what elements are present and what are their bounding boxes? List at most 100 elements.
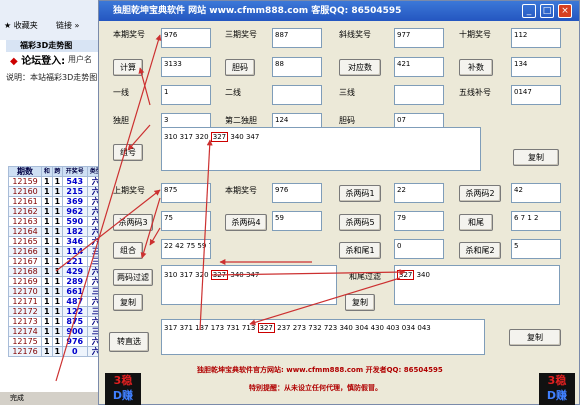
sanxian-label: 三线: [339, 88, 355, 97]
issue-x-field[interactable]: 977: [394, 28, 444, 48]
footer-line1: 独胆乾坤宝典软件官方网站: www.cfmm888.com 开发者QQ: 865…: [197, 366, 443, 374]
row-number: 346: [62, 236, 88, 247]
issue1-label: 本期奖号: [113, 30, 145, 39]
row-sum: 1: [41, 276, 53, 287]
row-number: 487: [62, 296, 88, 307]
zuhe-field[interactable]: 22 42 75 59 79: [161, 239, 211, 259]
row-sum: 1: [41, 286, 53, 297]
wuxian-field[interactable]: 0147: [511, 85, 561, 105]
row-span: 1: [51, 336, 64, 347]
row-issue: 12162: [7, 206, 43, 217]
kill2-button[interactable]: 杀两码2: [459, 185, 501, 202]
zuhe-button[interactable]: 组合: [113, 242, 143, 259]
filter-highlight: 327: [210, 270, 229, 280]
row-issue: 12176: [7, 346, 43, 357]
kill-he2-field[interactable]: 5: [511, 239, 561, 259]
row-issue: 12165: [7, 236, 43, 247]
duiying-field[interactable]: 421: [394, 57, 444, 77]
this-issue-field[interactable]: 976: [272, 183, 322, 203]
kill-he2-button[interactable]: 杀和尾2: [459, 242, 501, 259]
kill3-button[interactable]: 杀两码3: [113, 214, 153, 231]
table-row: 12160 1 1 215 六: [7, 186, 105, 197]
filter-text-pre: 310 317 320: [164, 271, 211, 279]
row-number: 369: [62, 196, 88, 207]
kill4-field[interactable]: 59: [272, 211, 322, 231]
hw-text-post: 340: [414, 271, 430, 279]
calc-button[interactable]: 计算: [113, 59, 143, 76]
kill-he1-field[interactable]: 0: [394, 239, 444, 259]
row-number: 962: [62, 206, 88, 217]
star-icon: ★: [4, 21, 12, 30]
sanxian-field[interactable]: [394, 85, 444, 105]
filter-result-box[interactable]: 310 317 320 327 340 347: [161, 265, 337, 305]
kill1-button[interactable]: 杀两码1: [339, 185, 381, 202]
row-issue: 12172: [7, 306, 43, 317]
erxian-field[interactable]: [272, 85, 322, 105]
filter-button[interactable]: 两码过滤: [113, 269, 153, 286]
row-issue: 12160: [7, 186, 43, 197]
wuxian-label: 五线补号: [459, 88, 491, 97]
table-header-row: 期数 和 跨 开奖号 类型: [7, 166, 105, 177]
hw-highlight: 327: [397, 270, 415, 280]
issue3-field[interactable]: 887: [272, 28, 322, 48]
hewei-filter-box[interactable]: 327 340: [394, 265, 560, 305]
row-number: 289: [62, 276, 88, 287]
kill5-button[interactable]: 杀两码5: [339, 214, 381, 231]
zuhao-button[interactable]: 组号: [113, 144, 143, 161]
copy-button-3[interactable]: 复制: [345, 294, 375, 311]
issue3-label: 三期奖号: [225, 30, 257, 39]
row-number: 976: [62, 336, 88, 347]
row-sum: 1: [41, 296, 53, 307]
browser-tab[interactable]: 福彩3D走势图: [6, 40, 106, 52]
row-span: 1: [51, 246, 64, 257]
row-number: 590: [62, 216, 88, 227]
issue1-field[interactable]: 976: [161, 28, 211, 48]
row-span: 1: [51, 176, 64, 187]
table-row: 12159 1 1 543 六: [7, 176, 105, 187]
row-number: 0: [62, 346, 88, 357]
zuhao-result-box[interactable]: 310 317 320 327 340 347: [161, 127, 481, 171]
forum-login-heading: ◆ 论坛登入:: [10, 56, 66, 67]
last-issue-field[interactable]: 875: [161, 183, 211, 203]
kill3-field[interactable]: 75: [161, 211, 211, 231]
row-sum: 1: [41, 306, 53, 317]
row-issue: 12166: [7, 246, 43, 257]
issue10-label: 十期奖号: [459, 30, 491, 39]
issue-x-label: 斜线奖号: [339, 30, 371, 39]
table-row: 12163 1 1 590 六: [7, 216, 105, 227]
row-sum: 1: [41, 266, 53, 277]
dan-button[interactable]: 胆码: [225, 59, 255, 76]
table-row: 12167 1 1 221 三: [7, 256, 105, 267]
copy-button-1[interactable]: 复制: [513, 149, 559, 166]
kill2-field[interactable]: 42: [511, 183, 561, 203]
duiying-button[interactable]: 对应数: [339, 59, 381, 76]
final-button[interactable]: 转直选: [109, 332, 149, 352]
kill1-field[interactable]: 22: [394, 183, 444, 203]
yixian-field[interactable]: 1: [161, 85, 211, 105]
copy-button-2[interactable]: 复制: [113, 294, 143, 311]
kill5-field[interactable]: 79: [394, 211, 444, 231]
bushu-button[interactable]: 补数: [459, 59, 493, 76]
hewei-button[interactable]: 和尾: [459, 214, 493, 231]
favorites-button[interactable]: ★ 收藏夹: [4, 20, 38, 34]
issue10-field[interactable]: 112: [511, 28, 561, 48]
hewei-field[interactable]: 6 7 1 2: [511, 211, 561, 231]
kill4-button[interactable]: 杀两码4: [225, 214, 267, 231]
maximize-button[interactable]: □: [540, 4, 554, 18]
row-span: 1: [51, 326, 64, 337]
table-row: 12169 1 1 289 六: [7, 276, 105, 287]
row-sum: 1: [41, 206, 53, 217]
copy-button-4[interactable]: 复制: [509, 329, 561, 346]
final-result-box[interactable]: 317 371 137 173 731 713 327 237 273 732 …: [161, 319, 485, 355]
kill-he1-button[interactable]: 杀和尾1: [339, 242, 381, 259]
links-button[interactable]: 链接 »: [56, 20, 79, 34]
dan-field[interactable]: 88: [272, 57, 322, 77]
close-button[interactable]: ×: [558, 4, 572, 18]
row-sum: 1: [41, 226, 53, 237]
minimize-button[interactable]: _: [522, 4, 536, 18]
table-row: 12162 1 1 962 六: [7, 206, 105, 217]
draw-history-table: 期数 和 跨 开奖号 类型 12159 1 1 543 六 12160 1 1 215 六 1216…: [7, 166, 105, 357]
calc-field[interactable]: 3133: [161, 57, 211, 77]
bushu-field[interactable]: 134: [511, 57, 561, 77]
row-issue: 12167: [7, 256, 43, 267]
